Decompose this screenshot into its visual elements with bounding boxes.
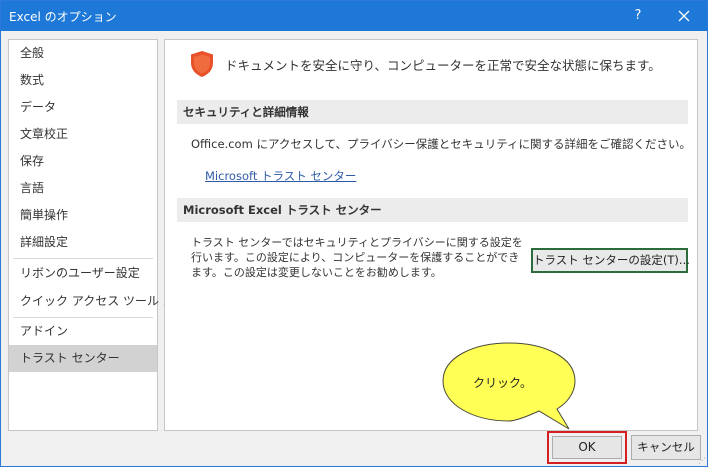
- close-button[interactable]: [671, 5, 697, 27]
- title-bar: Excel のオプション ?: [1, 1, 707, 31]
- close-icon: [678, 10, 690, 22]
- sidebar-item-data[interactable]: データ: [9, 94, 157, 121]
- sidebar-item-trust-center[interactable]: トラスト センター: [9, 345, 157, 372]
- sidebar-item-quick-access-toolbar[interactable]: クイック アクセス ツール バー: [9, 288, 187, 315]
- shield-icon: [191, 51, 213, 77]
- sidebar-item-formulas[interactable]: 数式: [9, 67, 157, 94]
- security-description: Office.com にアクセスして、プライバシー保護とセキュリティに関する詳細…: [191, 137, 692, 151]
- panel-headline: ドキュメントを安全に守り、コンピューターを正常で安全な状態に保ちます。: [225, 58, 661, 73]
- security-section-heading: セキュリティと詳細情報: [177, 100, 688, 124]
- options-dialog: Excel のオプション ? 全般 数式 データ 文章校正 保存 言語 簡単操作…: [0, 0, 708, 467]
- sidebar-item-customize-ribbon[interactable]: リボンのユーザー設定: [9, 260, 157, 287]
- trust-section-heading: Microsoft Excel トラスト センター: [177, 198, 688, 222]
- ok-button[interactable]: OK: [552, 436, 622, 459]
- sidebar-item-language[interactable]: 言語: [9, 175, 157, 202]
- sidebar-item-proofing[interactable]: 文章校正: [9, 121, 157, 148]
- window-title: Excel のオプション: [9, 10, 117, 24]
- cancel-button[interactable]: キャンセル: [631, 435, 701, 460]
- trust-center-panel: ドキュメントを安全に守り、コンピューターを正常で安全な状態に保ちます。 セキュリ…: [164, 39, 698, 431]
- trust-description: トラスト センターではセキュリティとプライバシーに関する設定を行います。この設定…: [191, 236, 523, 279]
- callout-text: クリック。: [473, 376, 533, 390]
- sidebar-item-accessibility[interactable]: 簡単操作: [9, 202, 157, 229]
- trust-center-link[interactable]: Microsoft トラスト センター: [205, 168, 356, 184]
- resize-grip[interactable]: ⋰: [698, 457, 706, 465]
- trust-center-settings-button[interactable]: トラスト センターの設定(T)...: [531, 248, 690, 273]
- options-sidebar: 全般 数式 データ 文章校正 保存 言語 簡単操作 詳細設定 リボンのユーザー設…: [8, 39, 187, 431]
- help-button[interactable]: ?: [627, 5, 649, 27]
- sidebar-item-save[interactable]: 保存: [9, 148, 157, 175]
- sidebar-item-addins[interactable]: アドイン: [9, 318, 157, 345]
- sidebar-divider: [13, 258, 153, 259]
- sidebar-item-advanced[interactable]: 詳細設定: [9, 229, 157, 256]
- sidebar-item-general[interactable]: 全般: [9, 40, 157, 67]
